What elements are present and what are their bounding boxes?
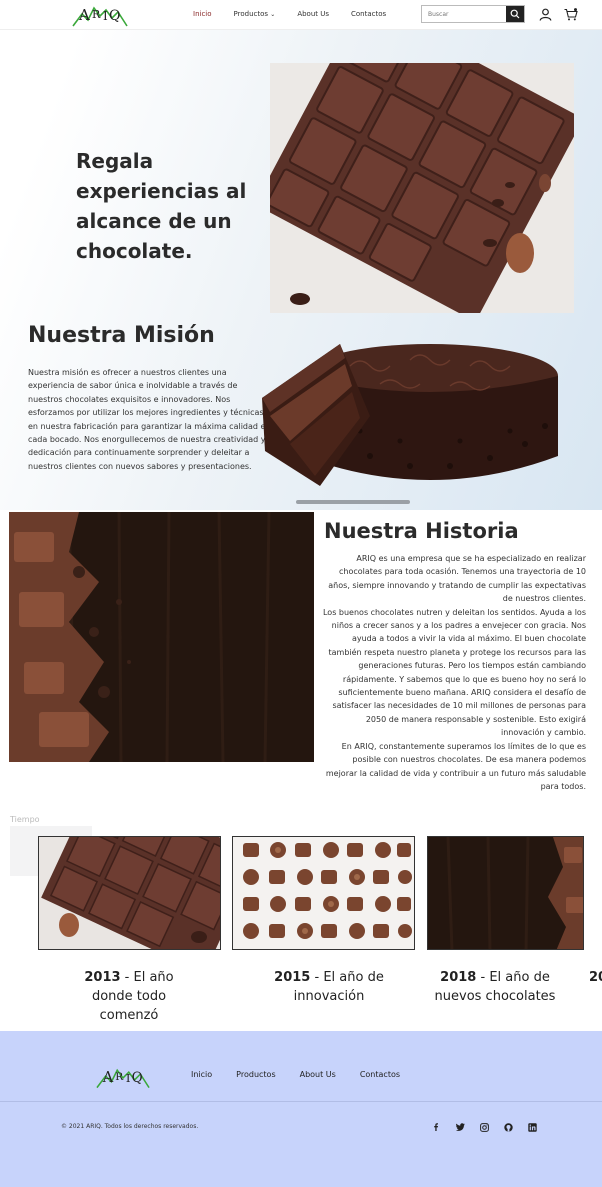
search-box — [421, 5, 525, 23]
timeline-year: 2015 — [274, 970, 311, 985]
twitter-icon[interactable] — [454, 1121, 466, 1133]
nav-link-inicio[interactable]: Inicio — [193, 10, 212, 18]
chevron-down-icon: ⌄ — [270, 11, 276, 18]
timeline-image-2015 — [233, 837, 414, 949]
ariq-logo[interactable]: A R I Q — [72, 2, 128, 28]
timeline-label: Tiempo — [10, 815, 40, 824]
footer-divider — [0, 1101, 602, 1102]
history-title: Nuestra Historia — [324, 519, 519, 543]
footer-links: Inicio Productos About Us Contactos — [191, 1070, 424, 1079]
svg-text:A: A — [78, 6, 90, 24]
dark-wood-chocolate-image — [9, 512, 314, 762]
svg-text:I: I — [126, 1071, 131, 1085]
search-input[interactable] — [422, 6, 508, 22]
chocolate-bar-image — [270, 63, 574, 313]
nav-link-productos[interactable]: Productos ⌄ — [234, 10, 276, 18]
svg-text:R: R — [115, 1071, 124, 1083]
timeline-year: 2018 — [440, 970, 477, 985]
history-paragraph: En ARIQ, constantemente superamos los lí… — [325, 741, 586, 791]
timeline-year: 20 — [589, 970, 602, 985]
svg-text:I: I — [103, 9, 108, 23]
svg-text:Q: Q — [132, 1070, 143, 1086]
timeline-caption-2018: 2018 - El año de nuevos chocolates — [430, 968, 560, 1006]
timeline-image-2013 — [39, 837, 220, 949]
history-paragraph: ARIQ es una empresa que se ha especializ… — [328, 554, 586, 604]
cart-icon[interactable] — [564, 8, 578, 21]
footer-link-productos[interactable]: Productos — [236, 1070, 275, 1079]
facebook-icon[interactable] — [430, 1121, 442, 1133]
timeline-image-2018 — [428, 837, 583, 949]
github-icon[interactable] — [502, 1121, 514, 1133]
footer-link-inicio[interactable]: Inicio — [191, 1070, 212, 1079]
nav-link-contactos[interactable]: Contactos — [351, 10, 386, 18]
hero-title: Regala experiencias al alcance de un cho… — [76, 149, 247, 263]
timeline-year: 2013 — [84, 970, 121, 985]
search-button[interactable] — [506, 6, 524, 22]
footer-link-contactos[interactable]: Contactos — [360, 1070, 400, 1079]
history-text: ARIQ es una empresa que se ha especializ… — [322, 552, 586, 793]
social-links — [430, 1121, 538, 1133]
svg-text:A: A — [102, 1070, 114, 1086]
instagram-icon[interactable] — [478, 1121, 490, 1133]
mission-title: Nuestra Misión — [28, 323, 215, 348]
timeline-card-2013[interactable] — [38, 836, 221, 950]
nav-link-productos-label: Productos — [233, 10, 269, 18]
hero-scrollbar[interactable] — [296, 500, 410, 504]
timeline-card-2018[interactable] — [427, 836, 584, 950]
timeline-caption-2015: 2015 - El año de innovación — [264, 968, 394, 1006]
svg-text:R: R — [92, 8, 101, 21]
svg-text:Q: Q — [109, 8, 120, 24]
timeline-card-2015[interactable] — [232, 836, 415, 950]
search-icon — [510, 9, 520, 19]
navbar: A R I Q Inicio Productos ⌄ About Us Cont… — [0, 0, 602, 30]
timeline-caption-partial: 20 — [589, 968, 602, 987]
nav-links: Inicio Productos ⌄ About Us Contactos — [193, 10, 408, 18]
nav-link-about-us[interactable]: About Us — [297, 10, 329, 18]
user-icon[interactable] — [539, 8, 552, 21]
history-paragraph: Los buenos chocolates nutren y deleitan … — [322, 607, 586, 738]
linkedin-icon[interactable] — [526, 1121, 538, 1133]
footer-ariq-logo[interactable]: A R I Q — [96, 1063, 150, 1091]
chocolate-cake-image — [262, 344, 558, 486]
footer: A R I Q Inicio Productos About Us Contac… — [0, 1031, 602, 1187]
copyright-text: © 2021 ARIQ. Todos los derechos reservad… — [61, 1123, 199, 1130]
timeline-caption-2013: 2013 - El año donde todo comenzó — [70, 968, 188, 1025]
mission-text: Nuestra misión es ofrecer a nuestros cli… — [28, 368, 271, 471]
footer-link-about-us[interactable]: About Us — [300, 1070, 336, 1079]
